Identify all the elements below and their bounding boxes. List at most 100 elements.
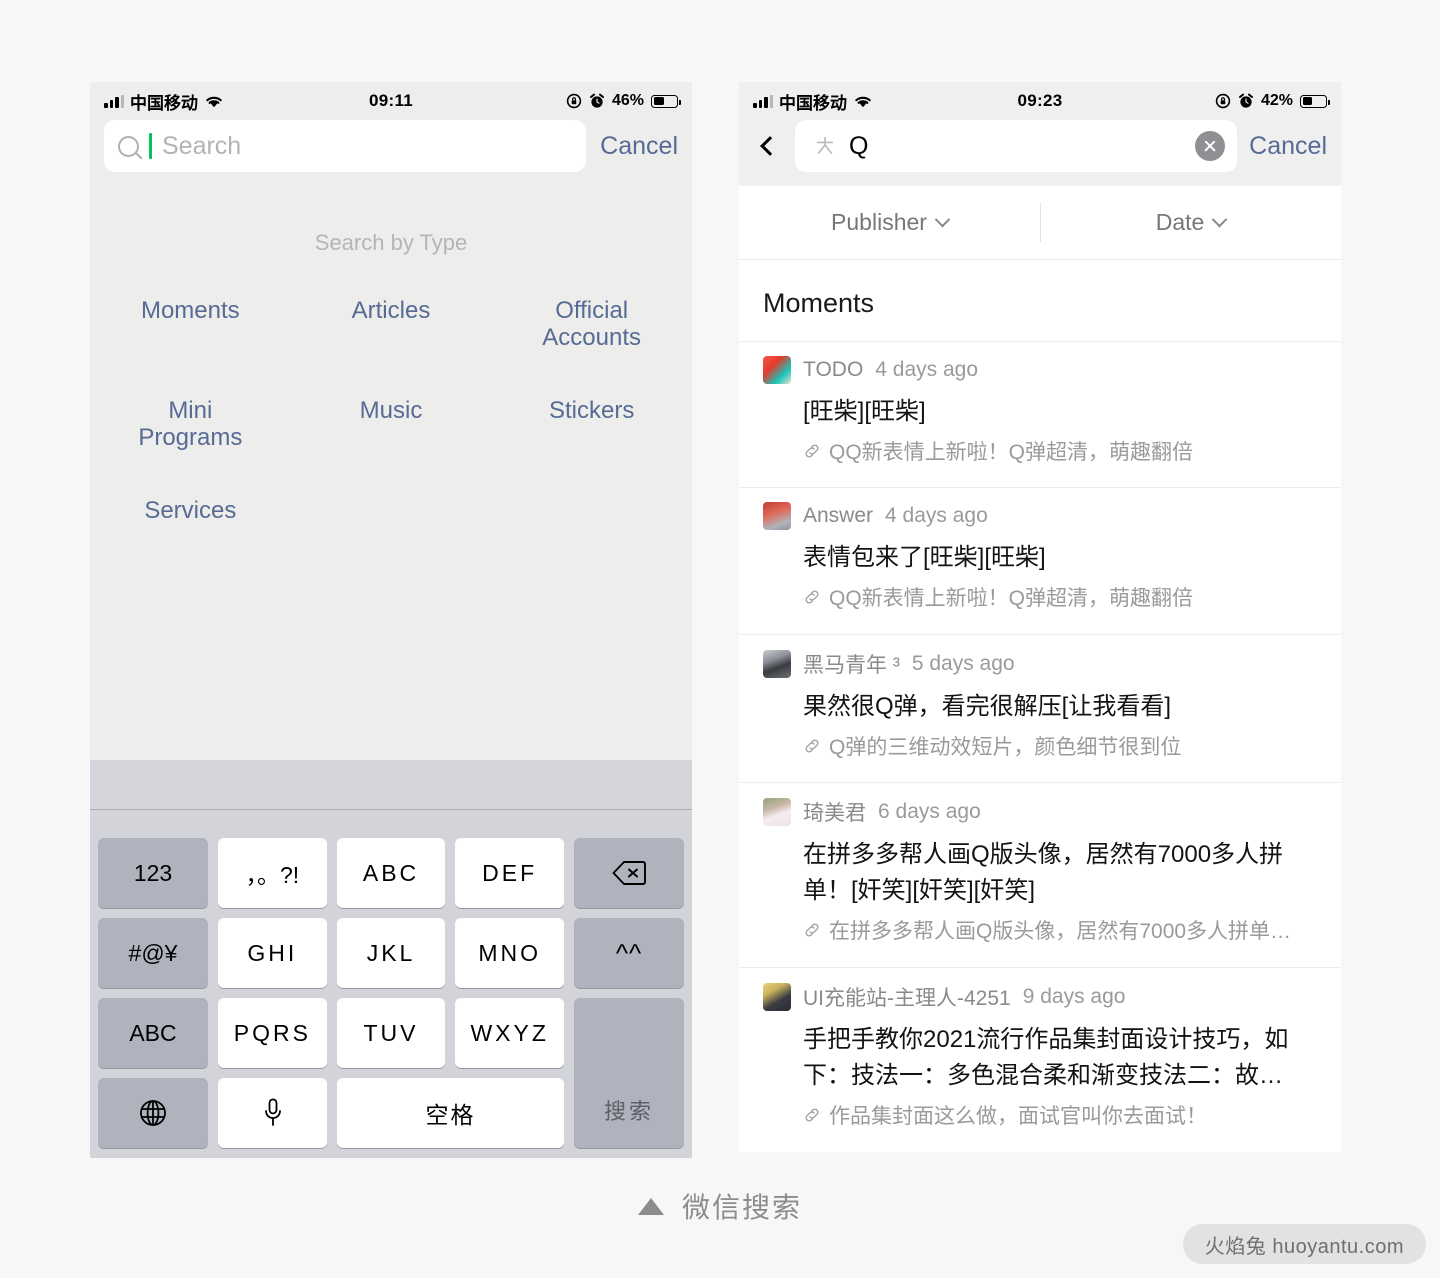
result-header: 黑马青年 ³ 5 days ago — [763, 649, 1317, 679]
result-link-row[interactable]: QQ新表情上新啦！Q弹超清，萌趣翻倍 — [803, 438, 1317, 467]
result-body: 在拼多多帮人画Q版头像，居然有7000多人拼单！[奸笑][奸笑][奸笑] — [803, 841, 1284, 905]
footer-label: 微信搜索 — [681, 1192, 802, 1223]
chevron-down-icon — [1212, 211, 1228, 228]
result-link-text: 作品集封面这么做，面试官叫你去面试！ — [829, 1104, 1207, 1128]
key-label: 123 — [133, 859, 173, 886]
alarm-clock-icon — [589, 93, 604, 108]
result-link-row[interactable]: 在拼多多帮人画Q版头像，居然有7000多人拼单… — [803, 917, 1317, 946]
table-row[interactable]: TODO 4 days ago [旺柴][旺柴] QQ新表情上新啦！Q弹超清，萌… — [739, 341, 1341, 488]
type-item-mini-programs[interactable]: Mini Programs — [90, 396, 291, 452]
search-input[interactable]: Q — [795, 120, 1238, 172]
watermark: 火焰兔 huoyantu.com — [1182, 1224, 1426, 1264]
key-symbols[interactable]: #@¥ — [98, 918, 208, 988]
status-right: 46% — [566, 92, 681, 110]
type-item-music[interactable]: Music — [291, 397, 492, 452]
result-link-row[interactable]: QQ新表情上新啦！Q弹超清，萌趣翻倍 — [803, 584, 1317, 613]
result-body: 手把手教你2021流行作品集封面设计技巧，如下：技法一：多色混合柔和渐变技法二：… — [803, 1025, 1289, 1089]
key-tuv[interactable]: TUV — [336, 998, 446, 1068]
result-link-text: Q弹的三维动效短片，颜色细节很到位 — [829, 735, 1182, 759]
result-time: 4 days ago — [875, 358, 979, 381]
triangle-up-icon — [637, 1197, 664, 1215]
result-author: TODO — [803, 358, 864, 381]
watermark-text: 火焰兔 huoyantu.com — [1204, 1235, 1404, 1258]
result-time: 9 days ago — [1022, 984, 1126, 1008]
key-backspace[interactable] — [574, 838, 685, 908]
result-body: 表情包来了[旺柴][旺柴] — [803, 544, 1046, 572]
result-author: 黑马青年 ³ — [803, 653, 900, 677]
left-phone-screen: 中国移动 09:11 46% Search Cancel Search by T… — [90, 82, 692, 1158]
key-abc[interactable]: ABC — [336, 838, 446, 908]
signal-bars-icon — [753, 94, 773, 108]
backspace-icon — [612, 861, 646, 885]
key-label: WXYZ — [470, 1019, 549, 1046]
filter-publisher[interactable]: Publisher — [739, 186, 1040, 259]
filter-date[interactable]: Date — [1040, 186, 1341, 259]
left-search-header: Search Cancel — [90, 120, 692, 186]
type-label: Mini Programs — [138, 396, 243, 451]
filter-label: Date — [1155, 209, 1205, 235]
key-mno[interactable]: MNO — [455, 918, 565, 988]
avatar — [763, 798, 791, 827]
result-author: 琦美君 — [803, 802, 866, 826]
key-label: MNO — [478, 939, 542, 966]
avatar — [763, 502, 791, 531]
signal-bars-icon — [104, 94, 124, 108]
table-row[interactable]: 琦美君 6 days ago 在拼多多帮人画Q版头像，居然有7000多人拼单！[… — [739, 782, 1341, 967]
result-link-row[interactable]: Q弹的三维动效短片，颜色细节很到位 — [803, 733, 1317, 762]
cancel-button[interactable]: Cancel — [600, 132, 678, 161]
key-space[interactable]: 空格 — [337, 1078, 564, 1148]
key-globe[interactable] — [98, 1078, 208, 1148]
footer: 微信搜索 — [0, 1186, 1440, 1226]
link-icon — [805, 444, 819, 458]
key-123[interactable]: 123 — [98, 838, 208, 908]
keyboard-candidate-bar[interactable] — [90, 760, 692, 810]
status-left: 中国移动 — [104, 89, 224, 114]
table-row[interactable]: UI充能站-主理人-4251 9 days ago 手把手教你2021流行作品集… — [739, 966, 1341, 1151]
key-abc-mode[interactable]: ABC — [98, 998, 208, 1068]
key-def[interactable]: DEF — [455, 838, 565, 908]
globe-icon — [140, 1100, 166, 1126]
key-jkl[interactable]: JKL — [336, 918, 446, 988]
battery-icon — [651, 94, 681, 108]
search-by-type-grid: Moments Articles Official Accounts Mini … — [90, 297, 692, 525]
key-label: #@¥ — [128, 939, 178, 966]
type-item-official-accounts[interactable]: Official Accounts — [491, 297, 692, 352]
result-link-row[interactable]: 作品集封面这么做，面试官叫你去面试！ — [803, 1102, 1317, 1131]
key-microphone[interactable] — [218, 1078, 328, 1148]
right-phone-screen: 中国移动 09:23 42% Q Cancel Publisher Date M… — [739, 82, 1341, 1152]
type-item-articles[interactable]: Articles — [291, 297, 492, 352]
microphone-icon — [264, 1098, 281, 1126]
table-row[interactable]: 黑马青年 ³ 5 days ago 果然很Q弹，看完很解压[让我看看] Q弹的三… — [739, 633, 1341, 783]
key-label: ABC — [362, 859, 420, 886]
clear-circle-icon[interactable] — [1195, 131, 1226, 161]
key-label: TUV — [363, 1019, 419, 1046]
keyboard: 123 ，。?! ABC DEF #@¥ GHI JKL MNO ^^ ABC … — [90, 760, 692, 1158]
table-row[interactable]: Answer 4 days ago 表情包来了[旺柴][旺柴] QQ新表情上新啦… — [739, 487, 1341, 634]
key-search-enter[interactable]: 搜索 — [574, 998, 684, 1148]
filter-bar: Publisher Date — [739, 186, 1341, 260]
type-item-services[interactable]: Services — [90, 496, 291, 525]
search-placeholder: Search — [162, 131, 242, 160]
type-label: Services — [144, 496, 237, 524]
type-label: Articles — [351, 297, 431, 324]
result-time: 6 days ago — [878, 800, 981, 824]
key-pqrs[interactable]: PQRS — [218, 998, 327, 1068]
key-wxyz[interactable]: WXYZ — [455, 998, 565, 1068]
key-emoticon[interactable]: ^^ — [574, 918, 685, 988]
link-icon — [805, 590, 819, 604]
avatar — [763, 356, 791, 384]
link-icon — [805, 923, 819, 937]
key-punctuation[interactable]: ，。?! — [218, 838, 327, 908]
left-status-bar: 中国移动 09:11 46% — [90, 82, 692, 120]
type-item-moments[interactable]: Moments — [90, 297, 291, 352]
search-input[interactable]: Search — [104, 120, 587, 172]
avatar — [763, 982, 791, 1011]
type-item-stickers[interactable]: Stickers — [491, 397, 692, 452]
battery-percent-label: 46% — [611, 92, 644, 109]
key-label: GHI — [247, 939, 298, 966]
keyboard-row-3: ABC PQRS TUV WXYZ — [98, 998, 565, 1068]
result-header: TODO 4 days ago — [763, 356, 1317, 384]
cancel-button[interactable]: Cancel — [1249, 132, 1327, 161]
back-chevron-icon[interactable] — [760, 136, 780, 156]
key-ghi[interactable]: GHI — [218, 918, 327, 988]
